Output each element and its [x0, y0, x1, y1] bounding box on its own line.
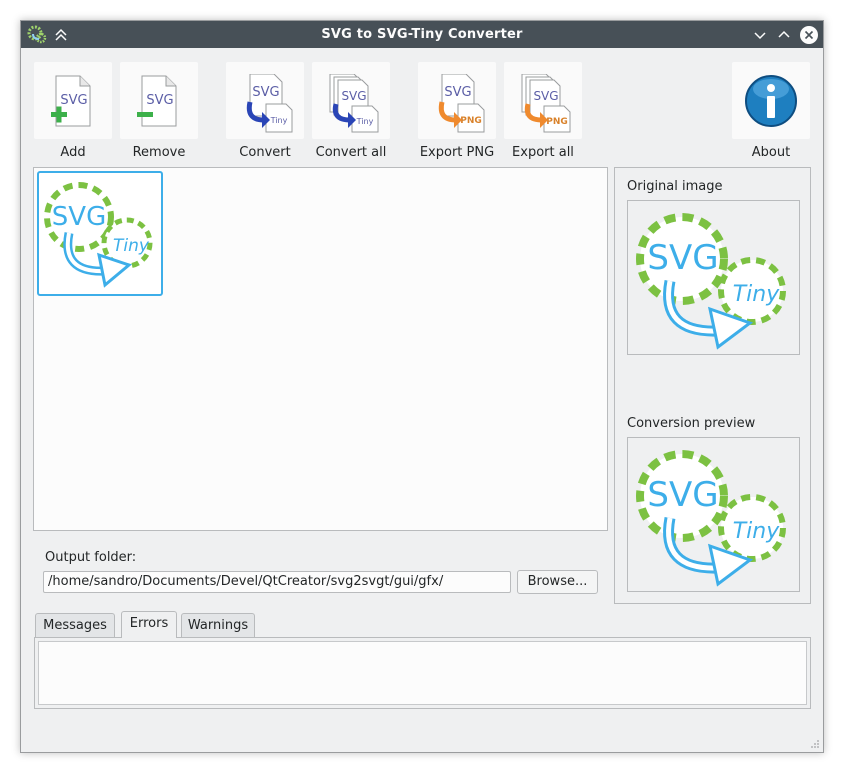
svg-text:SVG: SVG: [52, 202, 106, 232]
tab-errors[interactable]: Errors: [121, 611, 177, 638]
about-label: About: [751, 145, 791, 160]
export-png-icon-pad: SVG PNG: [418, 62, 496, 139]
svg-text:Tiny: Tiny: [113, 236, 150, 256]
file-list[interactable]: SVG Tiny: [33, 167, 608, 531]
convert-all-icon: SVG Tiny: [329, 74, 379, 133]
output-folder-label: Output folder:: [45, 550, 137, 565]
close-button[interactable]: [800, 26, 818, 44]
info-icon: [745, 75, 797, 127]
converted-svg-icon: SVG Tiny: [636, 450, 786, 587]
export-all-icon-pad: SVG PNG: [504, 62, 582, 139]
remove-button[interactable]: SVG Remove: [119, 61, 199, 161]
minimize-icon[interactable]: [750, 25, 770, 45]
remove-file-icon: SVG: [137, 75, 177, 127]
maximize-icon[interactable]: [774, 25, 794, 45]
remove-icon-pad: SVG: [120, 62, 198, 139]
add-button[interactable]: SVG Add: [33, 61, 113, 161]
svg-text:SVG: SVG: [533, 89, 558, 103]
convert-button[interactable]: SVG Tiny Convert: [225, 61, 305, 161]
conversion-preview: SVG Tiny: [627, 437, 800, 592]
errors-pane: [34, 637, 811, 709]
svg-text:Tiny: Tiny: [733, 519, 780, 544]
convert-icon: SVG Tiny: [246, 74, 293, 133]
close-icon: [804, 30, 814, 40]
svg-file-thumbnail-icon: SVG Tiny: [44, 182, 153, 288]
svg-text:SVG: SVG: [647, 238, 718, 278]
export-png-button[interactable]: SVG PNG Export PNG: [417, 61, 497, 161]
original-image-label: Original image: [627, 179, 723, 194]
svg-text:Tiny: Tiny: [270, 116, 288, 125]
svg-text:SVG: SVG: [60, 93, 87, 108]
export-all-button[interactable]: SVG PNG Export all: [503, 61, 583, 161]
add-icon-pad: SVG: [34, 62, 112, 139]
svg-text:SVG: SVG: [252, 85, 279, 100]
title-bar[interactable]: SVG to SVG-Tiny Converter: [21, 21, 823, 48]
svg-text:SVG: SVG: [647, 475, 718, 515]
output-folder-input[interactable]: /home/sandro/Documents/Devel/QtCreator/s…: [43, 571, 511, 593]
svg-text:PNG: PNG: [460, 116, 482, 126]
resize-grip-icon[interactable]: [810, 739, 820, 749]
about-button[interactable]: About: [731, 61, 811, 161]
original-svg-icon: SVG Tiny: [636, 213, 786, 350]
remove-label: Remove: [132, 145, 186, 160]
errors-text-area[interactable]: [38, 641, 807, 705]
convert-label: Convert: [239, 145, 291, 160]
export-png-label: Export PNG: [419, 145, 495, 160]
svg-text:SVG: SVG: [341, 89, 366, 103]
add-file-icon: SVG: [51, 75, 91, 127]
svg-text:SVG: SVG: [444, 85, 471, 100]
main-window: SVG to SVG-Tiny Converter SVG Add SVG Re…: [20, 20, 824, 753]
export-png-icon: SVG PNG: [438, 74, 485, 133]
original-image-preview: SVG Tiny: [627, 200, 800, 355]
window-title: SVG to SVG-Tiny Converter: [321, 27, 523, 42]
svg-text:SVG: SVG: [146, 93, 173, 108]
tab-messages[interactable]: Messages: [35, 613, 115, 637]
conversion-preview-label: Conversion preview: [627, 416, 756, 431]
tab-warnings[interactable]: Warnings: [181, 613, 255, 637]
convert-all-icon-pad: SVG Tiny: [312, 62, 390, 139]
convert-all-button[interactable]: SVG Tiny Convert all: [311, 61, 391, 161]
log-tabs: Messages Errors Warnings: [35, 611, 335, 639]
export-all-label: Export all: [512, 145, 574, 160]
add-label: Add: [60, 145, 86, 160]
list-item[interactable]: SVG Tiny: [37, 171, 163, 296]
convert-icon-pad: SVG Tiny: [226, 62, 304, 139]
preview-panel: Original image SVG Tiny Conversion previ…: [614, 167, 811, 604]
convert-all-label: Convert all: [315, 145, 387, 160]
browse-button[interactable]: Browse...: [517, 570, 598, 594]
svg-text:Tiny: Tiny: [733, 282, 780, 307]
export-all-icon: SVG PNG: [521, 74, 571, 133]
about-icon-pad: [732, 62, 810, 139]
svg-text:Tiny: Tiny: [356, 117, 374, 126]
svg-text:PNG: PNG: [546, 117, 568, 127]
